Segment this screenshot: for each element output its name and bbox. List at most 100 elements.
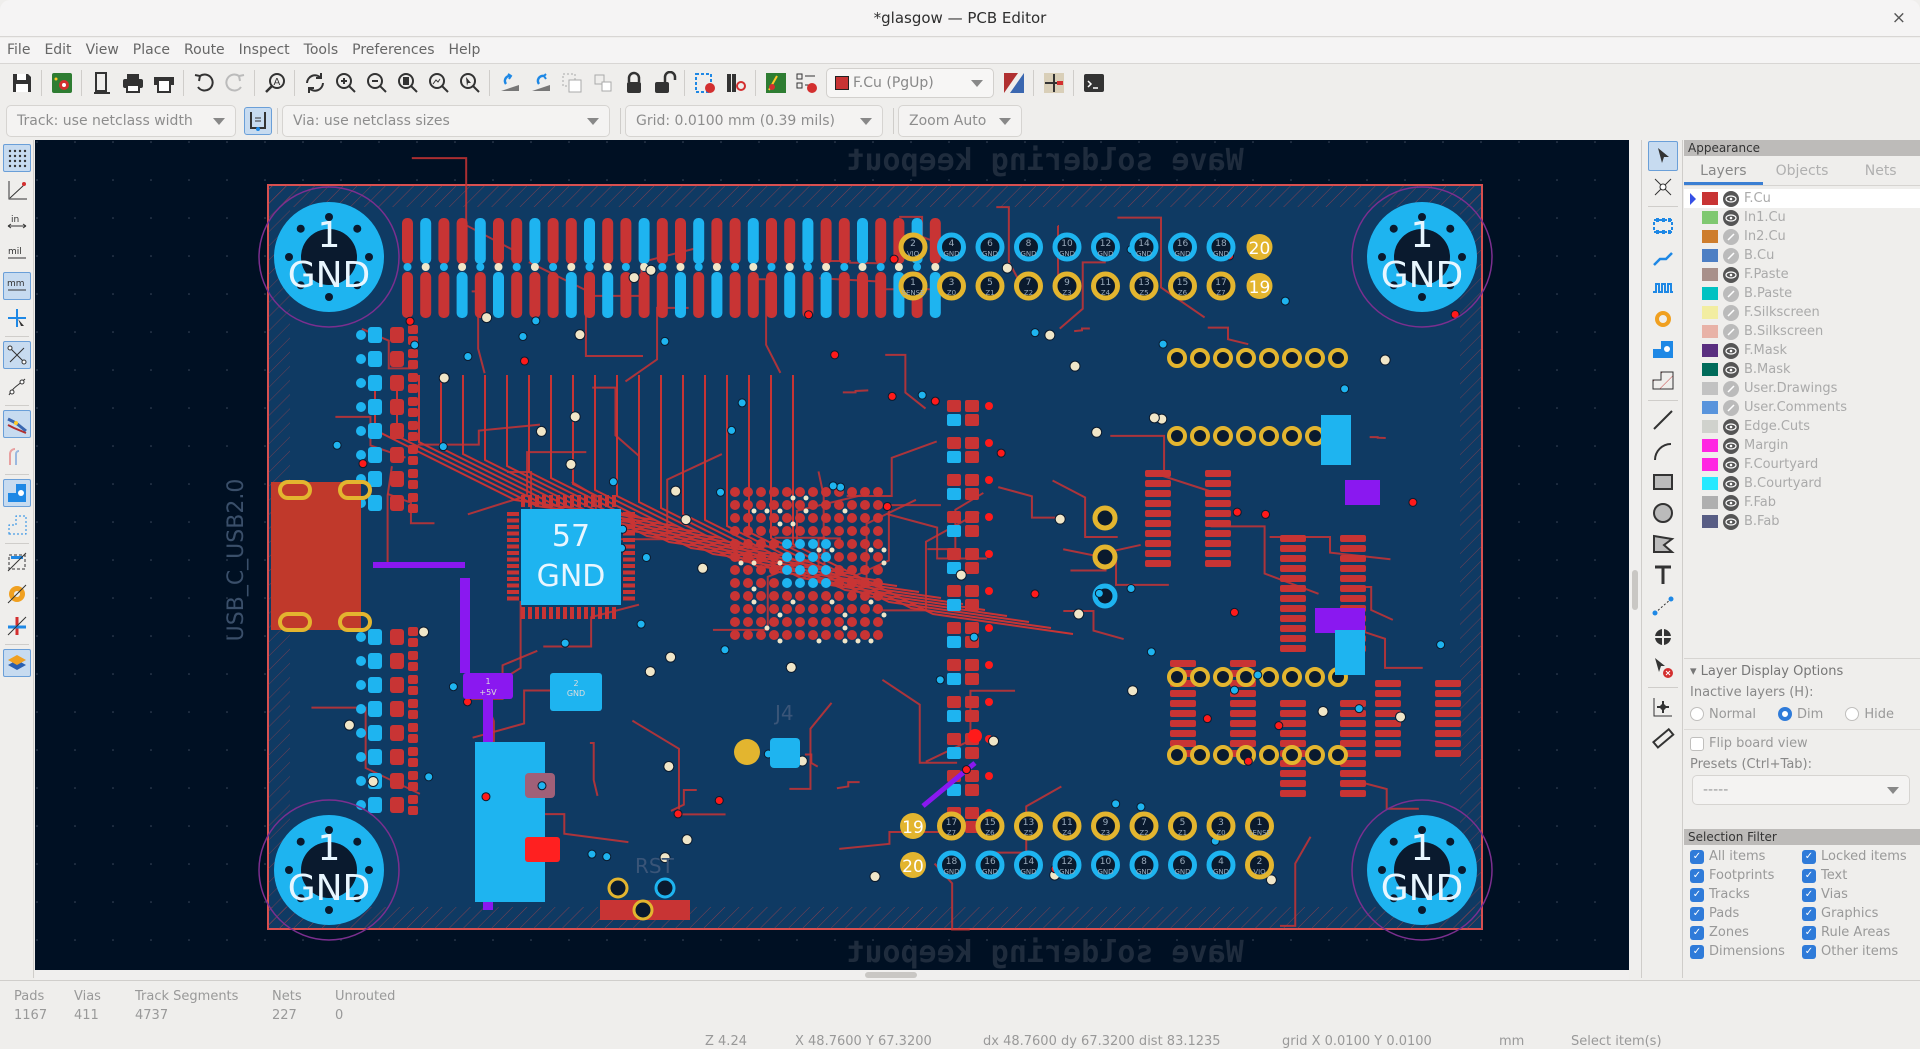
eye-icon[interactable] [1723,210,1739,226]
layer-color-swatch[interactable] [1702,287,1718,300]
menu-preferences[interactable]: Preferences [345,38,441,62]
graphic-outline-icon[interactable] [3,511,31,539]
layer-row-b-paste[interactable]: B.Paste [1684,284,1920,303]
layer-color-swatch[interactable] [1702,192,1718,205]
layer-color-swatch[interactable] [1702,344,1718,357]
pcb-board-view[interactable]: Wave soldering keepout Wave soldering ke… [35,140,1629,970]
footprint-text-icon[interactable] [3,548,31,576]
tab-objects[interactable]: Objects [1763,156,1842,185]
zoom-select[interactable]: Zoom Auto [898,105,1022,137]
layer-row-b-fab[interactable]: B.Fab [1684,512,1920,531]
layer-color-swatch[interactable] [1702,458,1718,471]
tab-nets[interactable]: Nets [1841,156,1920,185]
add-footprint-icon[interactable] [1648,211,1678,241]
checkbox[interactable]: ✓ [1690,907,1704,921]
eye-off-icon[interactable] [1723,286,1739,302]
eye-icon[interactable] [1723,419,1739,435]
layer-selector[interactable]: F.Cu (PgUp) [826,68,994,98]
eye-icon[interactable] [1723,476,1739,492]
draw-arc-icon[interactable] [1648,436,1678,466]
layer-row-f-mask[interactable]: F.Mask [1684,341,1920,360]
filter-tracks[interactable]: ✓Tracks [1690,887,1802,902]
filter-vias[interactable]: ✓Vias [1802,887,1914,902]
curved-ratsnest-icon[interactable] [3,373,31,401]
scrollbar-thumb[interactable] [1632,570,1638,610]
board-setup-icon[interactable] [48,69,76,97]
menu-help[interactable]: Help [442,38,488,62]
drc-icon[interactable] [793,69,821,97]
ungroup-icon[interactable] [589,69,617,97]
layer-row-in2-cu[interactable]: In2.Cu [1684,227,1920,246]
layer-color-swatch[interactable] [1702,477,1718,490]
rotate-cw-icon[interactable] [527,69,555,97]
grid-origin-icon[interactable] [1648,692,1678,722]
horizontal-scrollbar[interactable] [35,970,1629,980]
flip-board-checkbox[interactable]: Flip board view [1684,729,1920,755]
checkbox[interactable]: ✓ [1802,907,1816,921]
footprint-editor-icon[interactable] [691,69,719,97]
refresh-icon[interactable] [301,69,329,97]
tune-length-icon[interactable] [1648,273,1678,303]
layer-color-swatch[interactable] [1702,306,1718,319]
menu-inspect[interactable]: Inspect [232,38,297,62]
filter-graphics[interactable]: ✓Graphics [1802,906,1914,921]
layer-color-swatch[interactable] [1702,211,1718,224]
filter-other-items[interactable]: ✓Other items [1802,944,1914,959]
filter-zones[interactable]: ✓Zones [1690,925,1802,940]
route-track-icon[interactable] [1648,242,1678,272]
filter-all-items[interactable]: ✓All items [1690,849,1802,864]
grid-toggle-icon[interactable] [3,144,31,172]
grid-select[interactable]: Grid: 0.0100 mm (0.39 mils) [625,105,883,137]
checkbox[interactable]: ✓ [1802,888,1816,902]
radio-dim[interactable]: Dim [1778,707,1823,722]
layer-row-edge-cuts[interactable]: Edge.Cuts [1684,417,1920,436]
high-contrast-track-icon[interactable] [3,410,31,438]
menu-tools[interactable]: Tools [297,38,346,62]
plot-icon[interactable] [150,69,178,97]
eye-off-icon[interactable] [1723,229,1739,245]
layer-row-b-cu[interactable]: B.Cu [1684,246,1920,265]
close-button[interactable]: × [1892,0,1906,37]
net-inspector-icon[interactable] [1040,69,1068,97]
find-icon[interactable]: A [261,69,289,97]
add-text-icon[interactable] [1648,560,1678,590]
eye-icon[interactable] [1723,438,1739,454]
units-mm-icon[interactable]: mm [3,272,31,300]
update-pcb-icon[interactable] [762,69,790,97]
zoom-in-icon[interactable] [332,69,360,97]
layer-row-b-mask[interactable]: B.Mask [1684,360,1920,379]
menu-view[interactable]: View [79,38,126,62]
layer-row-f-paste[interactable]: F.Paste [1684,265,1920,284]
add-dimension-icon[interactable] [1648,591,1678,621]
save-icon[interactable] [8,69,36,97]
select-icon[interactable] [1648,141,1678,171]
pad-fill-icon[interactable] [3,479,31,507]
draw-polygon-icon[interactable] [1648,529,1678,559]
via-size-select[interactable]: Via: use netclass sizes [282,105,610,137]
polar-coords-icon[interactable] [3,176,31,204]
eye-off-icon[interactable] [1723,305,1739,321]
track-outline-icon[interactable] [3,442,31,470]
checkbox[interactable]: ✓ [1690,926,1704,940]
eye-off-icon[interactable] [1723,400,1739,416]
layer-row-b-courtyard[interactable]: B.Courtyard [1684,474,1920,493]
layer-row-f-silkscreen[interactable]: F.Silkscreen [1684,303,1920,322]
menu-route[interactable]: Route [177,38,232,62]
checkbox[interactable]: ✓ [1802,945,1816,959]
presets-select[interactable]: ----- [1692,775,1910,805]
add-anchor-icon[interactable] [1648,622,1678,652]
checkbox[interactable]: ✓ [1690,945,1704,959]
zoom-fit-icon[interactable] [394,69,422,97]
filter-rule-areas[interactable]: ✓Rule Areas [1802,925,1914,940]
eye-icon[interactable] [1723,267,1739,283]
lock-icon[interactable] [620,69,648,97]
redo-icon[interactable] [221,69,249,97]
footprint-browser-icon[interactable] [722,69,750,97]
layer-color-swatch[interactable] [1702,382,1718,395]
layer-row-in1-cu[interactable]: In1.Cu [1684,208,1920,227]
eye-icon[interactable] [1723,191,1739,207]
pcb-canvas[interactable]: Wave soldering keepout Wave soldering ke… [35,140,1629,970]
layer-display-options-toggle[interactable]: ▾ Layer Display Options [1684,661,1920,682]
layer-row-user-drawings[interactable]: User.Drawings [1684,379,1920,398]
auto-track-width-icon[interactable] [244,107,272,135]
